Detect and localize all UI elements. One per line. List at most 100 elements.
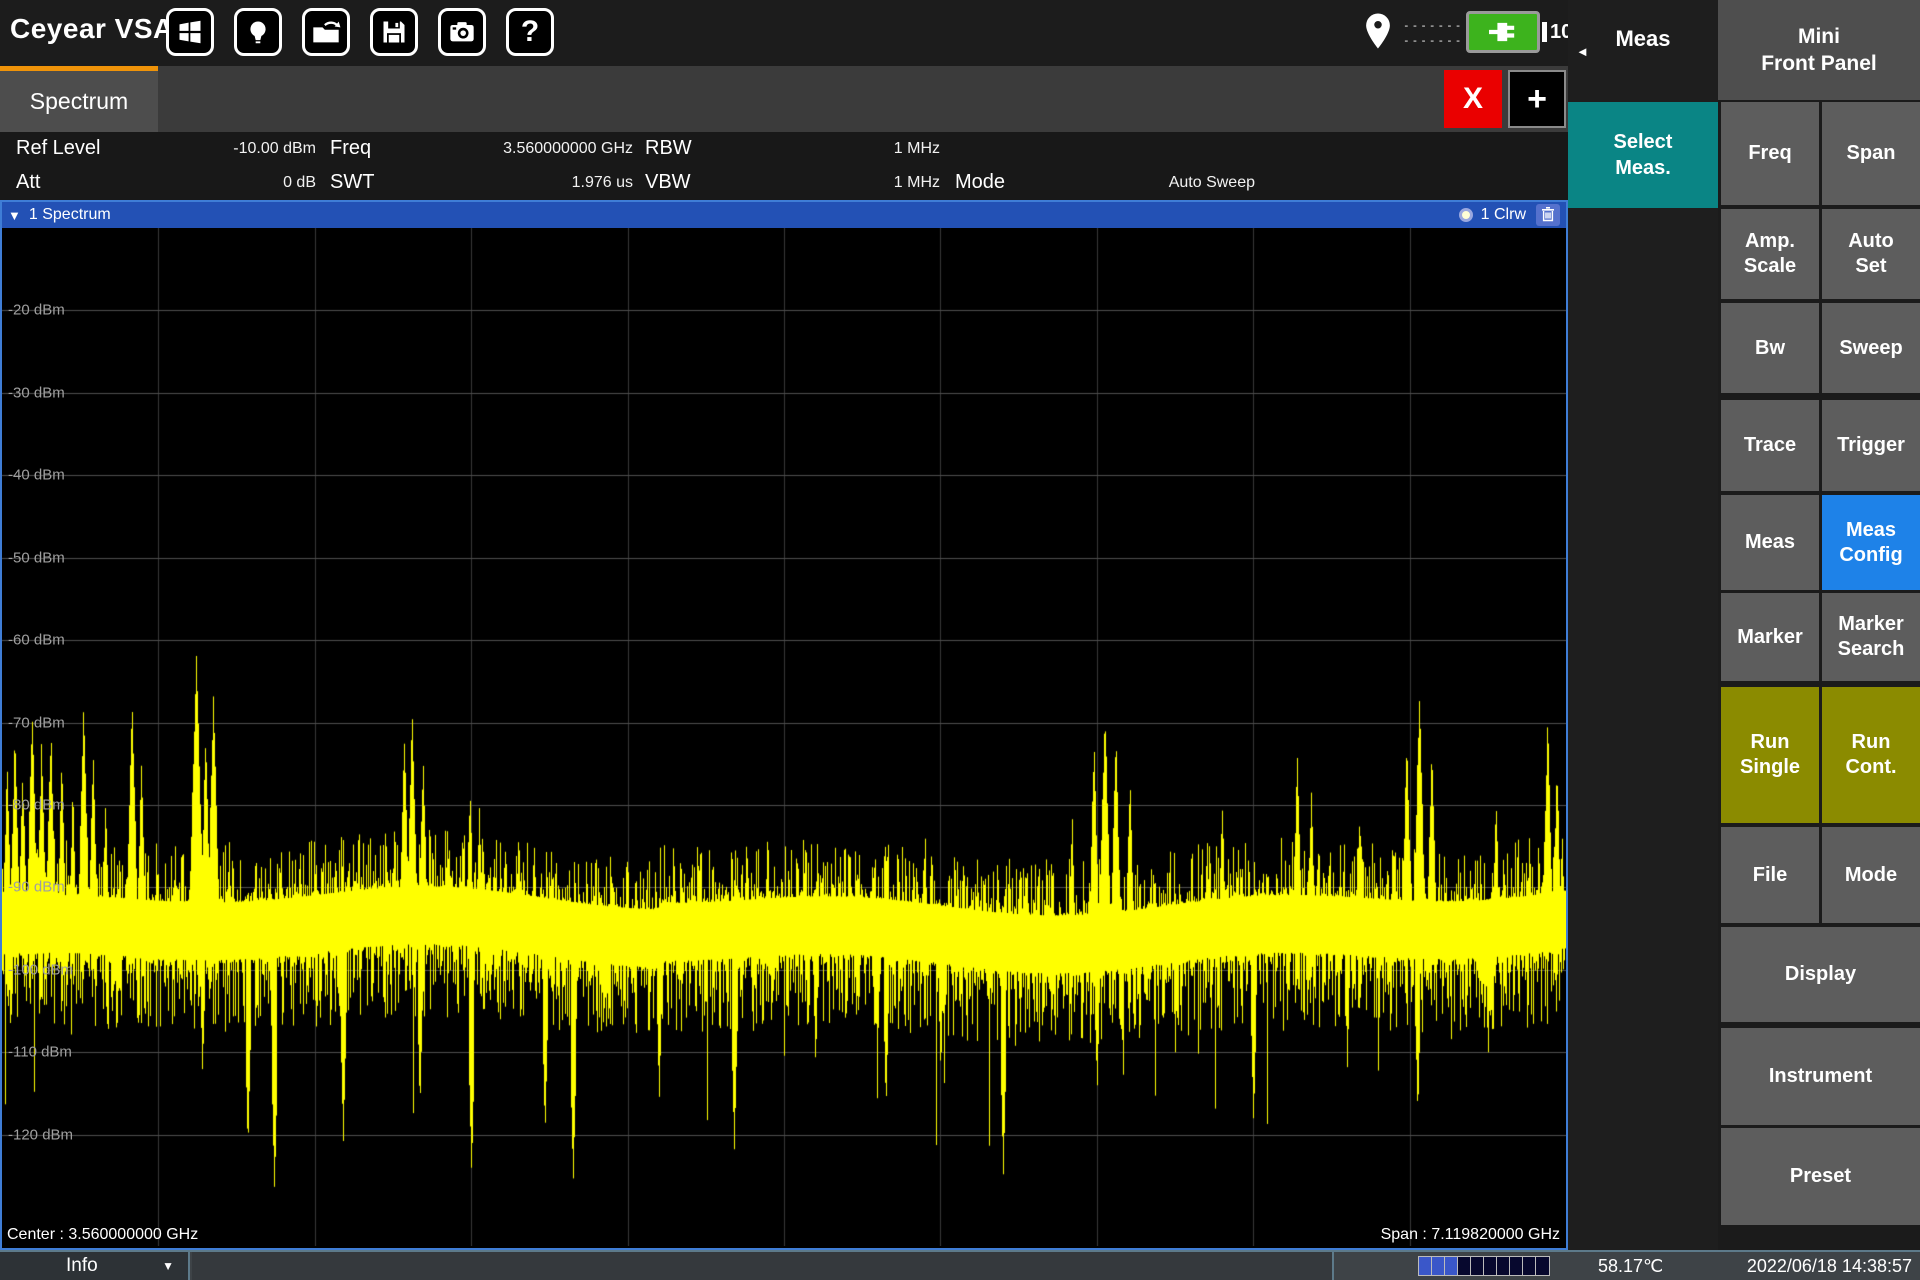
save-floppy-icon [380, 18, 408, 46]
meas-button[interactable]: Meas [1721, 495, 1819, 590]
spectrum-window-title: 1 Spectrum [29, 206, 111, 224]
help-button[interactable]: ? [506, 8, 554, 56]
temperature-readout: 58.17℃ [1598, 1256, 1663, 1277]
chevron-down-icon: ▼ [162, 1259, 174, 1273]
y-axis-label: -80 dBm [8, 797, 65, 814]
select-meas-button[interactable]: Select Meas. [1568, 102, 1718, 208]
ref-level-value[interactable]: -10.00 dBm [160, 140, 316, 158]
preset-button[interactable]: Preset [1721, 1128, 1920, 1225]
settings-row-1: Ref Level -10.00 dBm Freq 3.560000000 GH… [0, 132, 1568, 166]
meas-config-button[interactable]: Meas Config [1822, 495, 1920, 590]
battery-tip [1542, 22, 1547, 42]
freq-label: Freq [330, 137, 371, 160]
vbw-value[interactable]: 1 MHz [740, 174, 940, 192]
freq-value[interactable]: 3.560000000 GHz [430, 140, 633, 158]
settings-readout: Ref Level -10.00 dBm Freq 3.560000000 GH… [0, 132, 1568, 200]
datetime-readout: 2022/06/18 14:38:57 [1747, 1256, 1912, 1277]
close-tab-button[interactable]: X [1444, 70, 1502, 128]
run-cont-button[interactable]: Run Cont. [1822, 687, 1920, 823]
gps-coordinates-placeholder: ------- ------- [1403, 23, 1463, 44]
title-bar: Ceyear VSA [0, 0, 1568, 66]
y-axis-label: -120 dBm [8, 1126, 73, 1143]
battery-charging-icon [1466, 11, 1540, 53]
add-tab-button[interactable]: + [1508, 70, 1566, 128]
att-label: Att [16, 171, 40, 194]
rbw-value[interactable]: 1 MHz [740, 140, 940, 158]
swt-value[interactable]: 1.976 us [430, 174, 633, 192]
sweep-progress-bar [1418, 1256, 1550, 1276]
instrument-button[interactable]: Instrument [1721, 1028, 1920, 1125]
spectrum-window-header[interactable]: ▼ 1 Spectrum 1 Clrw [2, 202, 1566, 228]
y-axis-label: -110 dBm [8, 1044, 72, 1061]
marker-button[interactable]: Marker [1721, 593, 1819, 681]
trigger-button[interactable]: Trigger [1822, 400, 1920, 491]
y-axis-label: -60 dBm [8, 632, 65, 649]
y-axis-label: -90 dBm [8, 879, 65, 896]
help-question-icon: ? [521, 17, 539, 47]
mode-value[interactable]: Auto Sweep [1050, 174, 1255, 192]
backlight-bulb-icon [244, 18, 272, 46]
run-single-button[interactable]: Run Single [1721, 687, 1819, 823]
save-file-button[interactable] [370, 8, 418, 56]
screenshot-button[interactable] [438, 8, 486, 56]
mode-button[interactable]: Mode [1822, 827, 1920, 923]
progress-segment [1536, 1257, 1549, 1275]
collapse-caret-icon[interactable]: ▼ [8, 209, 21, 222]
recall-file-button[interactable] [302, 8, 350, 56]
y-axis-label: -40 dBm [8, 467, 65, 484]
location-pin-icon [1363, 12, 1393, 55]
ref-level-label: Ref Level [16, 137, 101, 160]
screenshot-camera-icon [448, 18, 476, 46]
trash-icon [1541, 206, 1555, 225]
progress-segment [1523, 1257, 1536, 1275]
vsa-application: Ceyear VSA [0, 0, 1920, 1280]
tab-bar: Spectrum X + [0, 66, 1568, 132]
progress-segment [1458, 1257, 1471, 1275]
progress-segment [1510, 1257, 1523, 1275]
trace-mode-label[interactable]: 1 Clrw [1481, 206, 1526, 224]
status-message-area [192, 1252, 1334, 1280]
rbw-label: RBW [645, 137, 692, 160]
y-axis-label: -30 dBm [8, 384, 65, 401]
vbw-label: VBW [645, 171, 691, 194]
amp-scale-button[interactable]: Amp. Scale [1721, 209, 1819, 299]
backlight-button[interactable] [234, 8, 282, 56]
windows-menu-icon [176, 18, 204, 46]
marker-search-button[interactable]: Marker Search [1822, 593, 1920, 681]
progress-segment [1432, 1257, 1445, 1275]
file-button[interactable]: File [1721, 827, 1819, 923]
delete-trace-button[interactable] [1536, 204, 1560, 226]
span-readout[interactable]: Span : 7.119820000 GHz [1381, 1226, 1560, 1244]
right-panel: Meas Select Meas. ◄ Mini Front Panel Fre… [1568, 0, 1920, 1250]
y-axis-label: -20 dBm [8, 302, 65, 319]
att-value[interactable]: 0 dB [160, 174, 316, 192]
y-axis-label: -50 dBm [8, 549, 65, 566]
freq-button[interactable]: Freq [1721, 102, 1819, 205]
mode-label: Mode [955, 171, 1005, 194]
mini-front-panel-header: Mini Front Panel [1718, 0, 1920, 100]
trace-button[interactable]: Trace [1721, 400, 1819, 491]
swt-label: SWT [330, 171, 374, 194]
app-title: Ceyear VSA [10, 13, 174, 45]
span-button[interactable]: Span [1822, 102, 1920, 205]
auto-set-button[interactable]: Auto Set [1822, 209, 1920, 299]
tab-spectrum[interactable]: Spectrum [0, 66, 158, 132]
submenu-arrow-icon: ◄ [1576, 44, 1589, 59]
spectrum-chart: -20 dBm-30 dBm-40 dBm-50 dBm-60 dBm-70 d… [2, 228, 1566, 1246]
progress-segment [1445, 1257, 1458, 1275]
settings-row-2: Att 0 dB SWT 1.976 us VBW 1 MHz Mode Aut… [0, 166, 1568, 200]
info-dropdown[interactable]: Info ▼ [0, 1252, 190, 1280]
gps-status: ------- ------- [1363, 12, 1463, 55]
system-menu-button[interactable] [166, 8, 214, 56]
progress-segment [1471, 1257, 1484, 1275]
y-axis-label: -100 dBm [8, 961, 73, 978]
trace-color-indicator[interactable] [1459, 208, 1473, 222]
center-frequency-readout[interactable]: Center : 3.560000000 GHz [7, 1226, 198, 1244]
sweep-button[interactable]: Sweep [1822, 303, 1920, 393]
spectrum-window: ▼ 1 Spectrum 1 Clrw -20 dBm -30 dBm -40 dB… [0, 200, 1568, 1250]
open-folder-icon [311, 18, 341, 46]
toolbar-icons: ? [166, 8, 554, 56]
display-button[interactable]: Display [1721, 927, 1920, 1022]
bw-button[interactable]: Bw [1721, 303, 1819, 393]
progress-segment [1484, 1257, 1497, 1275]
